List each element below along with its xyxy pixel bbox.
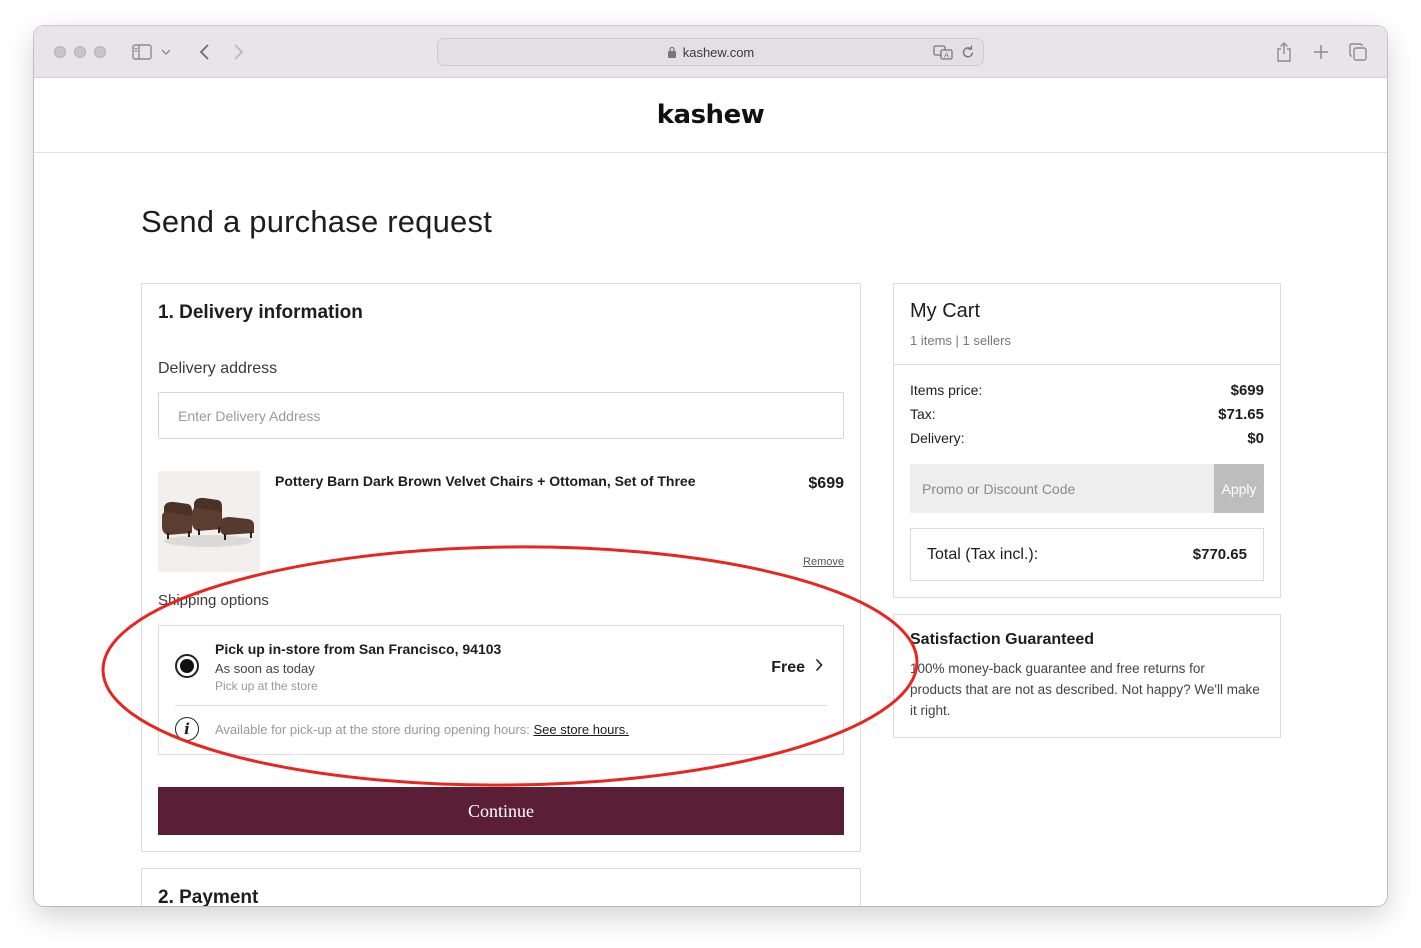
items-price-value: $699 [1230, 382, 1264, 399]
cart-divider [894, 364, 1280, 365]
payment-section-title: 2. Payment [158, 887, 259, 906]
pickup-radio[interactable] [175, 654, 199, 678]
delivery-panel: 1. Delivery information Delivery address… [141, 283, 861, 852]
delivery-row: Delivery: $0 [910, 430, 1264, 447]
items-price-label: Items price: [910, 382, 983, 398]
promo-form: Apply [910, 464, 1264, 513]
store-hours-link[interactable]: See store hours. [533, 722, 628, 737]
product-image[interactable] [158, 471, 260, 572]
page-title: Send a purchase request [141, 204, 493, 239]
close-window-button[interactable] [54, 46, 66, 58]
shipping-option-title: Pick up in-store from San Francisco, 941… [215, 641, 502, 657]
forward-icon[interactable] [227, 40, 251, 64]
radio-selected-dot [180, 659, 194, 673]
items-price-row: Items price: $699 [910, 382, 1264, 399]
address-bar[interactable]: kashew.com A [437, 38, 984, 66]
cart-subtitle: 1 items | 1 sellers [910, 333, 1011, 348]
chevron-right-icon [815, 658, 823, 677]
tax-row: Tax: $71.65 [910, 406, 1264, 423]
reload-icon[interactable] [961, 44, 975, 63]
tab-overview-icon[interactable] [1346, 40, 1370, 64]
delivery-address-label: Delivery address [158, 360, 278, 377]
delivery-address-input[interactable] [158, 392, 844, 439]
cart-title: My Cart [910, 300, 980, 322]
pickup-info-text: Available for pick-up at the store durin… [215, 722, 629, 737]
delivery-value: $0 [1247, 430, 1264, 447]
pickup-info-message: Available for pick-up at the store durin… [215, 722, 534, 737]
site-header: kashew [34, 78, 1387, 153]
apply-button[interactable]: Apply [1214, 464, 1264, 513]
browser-window: kashew.com A kashew Send a purchase requ… [34, 26, 1387, 906]
translate-icon[interactable]: A [933, 44, 953, 63]
cart-panel: My Cart 1 items | 1 sellers Items price:… [893, 283, 1281, 598]
shipping-option-timing: As soon as today [215, 661, 315, 676]
guarantee-text: 100% money-back guarantee and free retur… [910, 661, 1260, 718]
total-value: $770.65 [1192, 546, 1247, 563]
back-icon[interactable] [192, 40, 216, 64]
zoom-window-button[interactable] [94, 46, 106, 58]
continue-button[interactable]: Continue [158, 787, 844, 835]
chevron-down-icon[interactable] [159, 40, 173, 64]
kashew-logo[interactable]: kashew [657, 100, 765, 130]
shipping-option-card[interactable]: Pick up in-store from San Francisco, 941… [158, 625, 844, 755]
payment-panel[interactable]: 2. Payment [141, 868, 861, 906]
total-label: Total (Tax incl.): [927, 545, 1039, 563]
tax-value: $71.65 [1218, 406, 1264, 423]
share-icon[interactable] [1272, 40, 1296, 64]
svg-text:A: A [944, 52, 949, 60]
shipping-option-price[interactable]: Free [771, 658, 823, 677]
promo-code-input[interactable] [910, 464, 1214, 513]
browser-toolbar: kashew.com A [34, 26, 1387, 78]
shipping-option-method: Pick up at the store [215, 679, 318, 693]
tax-label: Tax: [910, 406, 936, 422]
guarantee-panel: Satisfaction Guaranteed 100% money-back … [893, 614, 1281, 738]
product-name[interactable]: Pottery Barn Dark Brown Velvet Chairs + … [275, 473, 696, 489]
url-text: kashew.com [682, 44, 755, 60]
shipping-options-label: Shipping options [158, 592, 269, 609]
delivery-section-title: 1. Delivery information [158, 302, 363, 323]
total-box: Total (Tax incl.): $770.65 [910, 528, 1264, 581]
sidebar-toggle-icon[interactable] [130, 40, 154, 64]
product-price: $699 [808, 475, 844, 492]
info-icon: i [175, 717, 199, 741]
new-tab-icon[interactable] [1309, 40, 1333, 64]
delivery-label: Delivery: [910, 430, 965, 446]
minimize-window-button[interactable] [74, 46, 86, 58]
shipping-price-text: Free [771, 658, 805, 676]
remove-link[interactable]: Remove [803, 556, 844, 568]
lock-icon [667, 46, 677, 58]
guarantee-title: Satisfaction Guaranteed [910, 631, 1095, 648]
shipping-divider [175, 705, 827, 706]
